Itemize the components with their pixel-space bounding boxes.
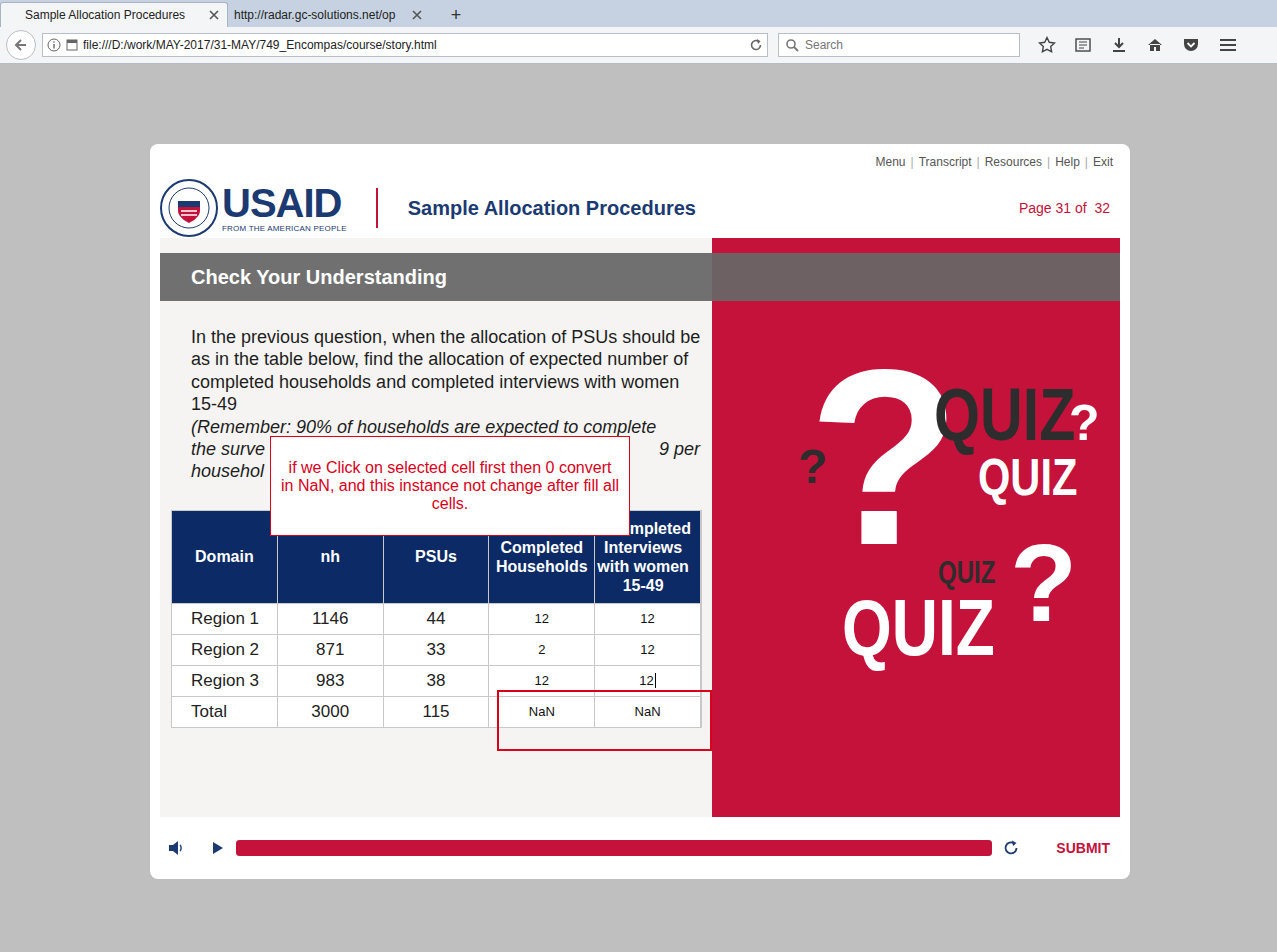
- nh-cell: 871: [278, 635, 384, 665]
- player-link[interactable]: Resources: [985, 153, 1042, 171]
- total-cell: NaN: [489, 697, 595, 727]
- back-button[interactable]: [6, 30, 36, 60]
- quiz-art-word: QUIZ: [938, 556, 995, 588]
- course-title: Sample Allocation Procedures: [408, 193, 696, 223]
- domain-cell: Region 1: [172, 604, 278, 634]
- browser-tab[interactable]: Sample Allocation Procedures: [0, 2, 228, 27]
- course-header: USAID FROM THE AMERICAN PEOPLE Sample Al…: [150, 178, 1130, 238]
- text-caret: [655, 673, 656, 688]
- menu-icon[interactable]: [1218, 36, 1238, 54]
- psus-cell: 115: [384, 697, 490, 727]
- magnifier-icon: [785, 38, 799, 52]
- url-text: file:///D:/work/MAY-2017/31-MAY/749_Enco…: [83, 36, 745, 54]
- link-separator: |: [1085, 153, 1088, 171]
- home-icon[interactable]: [1146, 36, 1164, 54]
- quiz-art-word: QUIZ: [842, 588, 995, 668]
- input-cell[interactable]: 12: [595, 604, 701, 634]
- url-field[interactable]: file:///D:/work/MAY-2017/31-MAY/749_Enco…: [42, 33, 768, 57]
- nh-cell: 3000: [278, 697, 384, 727]
- annotation-callout: if we Click on selected cell first then …: [270, 436, 630, 536]
- slide-heading: Check Your Understanding: [160, 253, 712, 301]
- link-separator: |: [911, 153, 914, 171]
- replay-icon[interactable]: [1002, 839, 1020, 857]
- browser-tab[interactable]: http://radar.gc-solutions.net/op: [228, 2, 430, 27]
- play-icon[interactable]: [212, 841, 224, 855]
- link-separator: |: [1047, 153, 1050, 171]
- back-arrow-icon: [13, 37, 29, 53]
- total-row: Total3000115NaNNaN: [172, 696, 701, 727]
- column-header: Domain: [172, 511, 278, 603]
- close-tab-icon[interactable]: [412, 10, 422, 20]
- tab-label: Sample Allocation Procedures: [25, 6, 203, 24]
- page-area: Menu | Transcript | Resources | Help | Exit USAI…: [0, 64, 1277, 952]
- page-icon: [65, 38, 79, 52]
- bookmark-star-icon[interactable]: [1038, 36, 1056, 54]
- usaid-logo: USAID FROM THE AMERICAN PEOPLE: [222, 183, 347, 233]
- quiz-art-word: ?: [798, 443, 827, 491]
- quiz-art-word: ?: [808, 333, 961, 583]
- input-cell[interactable]: 2: [489, 635, 595, 665]
- close-tab-icon[interactable]: [209, 10, 219, 20]
- header-divider: [376, 188, 378, 228]
- nav-bar: file:///D:/work/MAY-2017/31-MAY/749_Enco…: [0, 27, 1277, 64]
- table-row: Region 287133212: [172, 634, 701, 665]
- domain-cell: Total: [172, 697, 278, 727]
- quiz-art-word: ?: [1010, 528, 1077, 638]
- player-link[interactable]: Transcript: [919, 153, 972, 171]
- tab-bar: Sample Allocation Procedures http://radar…: [0, 0, 1277, 27]
- quiz-art-word: ?: [1069, 398, 1100, 448]
- quiz-art-word: QUIZ: [978, 451, 1077, 503]
- reload-icon[interactable]: [749, 38, 763, 52]
- total-cell: NaN: [595, 697, 701, 727]
- nh-cell: 983: [278, 666, 384, 696]
- player-link[interactable]: Help: [1055, 153, 1080, 171]
- page-counter: Page 31 of 32: [1019, 198, 1110, 219]
- info-icon: [47, 38, 61, 52]
- nh-cell: 1146: [278, 604, 384, 634]
- player-link[interactable]: Exit: [1093, 153, 1113, 171]
- course-player: Menu | Transcript | Resources | Help | Exit USAI…: [150, 144, 1130, 879]
- allocation-table: DomainnhPSUsCompletedHouseholdsmpletedIn…: [171, 510, 702, 728]
- volume-icon[interactable]: [168, 840, 184, 856]
- tab-label: http://radar.gc-solutions.net/op: [234, 6, 406, 24]
- domain-cell: Region 2: [172, 635, 278, 665]
- new-tab-button[interactable]: +: [444, 3, 468, 27]
- link-separator: |: [977, 153, 980, 171]
- player-controls: SUBMIT: [150, 817, 1130, 879]
- reading-list-icon[interactable]: [1074, 36, 1092, 54]
- download-icon[interactable]: [1110, 36, 1128, 54]
- remember-line: (Remember: 90% of households are expecte…: [191, 416, 706, 438]
- input-cell[interactable]: 12: [489, 604, 595, 634]
- domain-cell: Region 3: [172, 666, 278, 696]
- top-links: Menu | Transcript | Resources | Help | Exit: [150, 144, 1130, 178]
- input-cell[interactable]: 12: [595, 635, 701, 665]
- art-panel: ?QUIZ?QUIZ?QUIZ?QUIZ: [712, 238, 1120, 817]
- usaid-seal-icon: [160, 179, 218, 237]
- psus-cell: 33: [384, 635, 490, 665]
- player-link[interactable]: Menu: [876, 153, 906, 171]
- table-row: Region 11146441212: [172, 603, 701, 634]
- progress-fill: [236, 840, 992, 856]
- psus-cell: 44: [384, 604, 490, 634]
- search-placeholder: Search: [805, 36, 843, 54]
- submit-button[interactable]: SUBMIT: [1056, 838, 1110, 859]
- search-field[interactable]: Search: [778, 33, 1020, 57]
- pocket-icon[interactable]: [1182, 36, 1200, 54]
- slide: Check Your Understanding In the previous…: [160, 238, 1120, 817]
- annotation-outline: [497, 690, 712, 751]
- psus-cell: 38: [384, 666, 490, 696]
- progress-track[interactable]: [236, 840, 992, 856]
- quiz-art-word: QUIZ: [934, 378, 1075, 452]
